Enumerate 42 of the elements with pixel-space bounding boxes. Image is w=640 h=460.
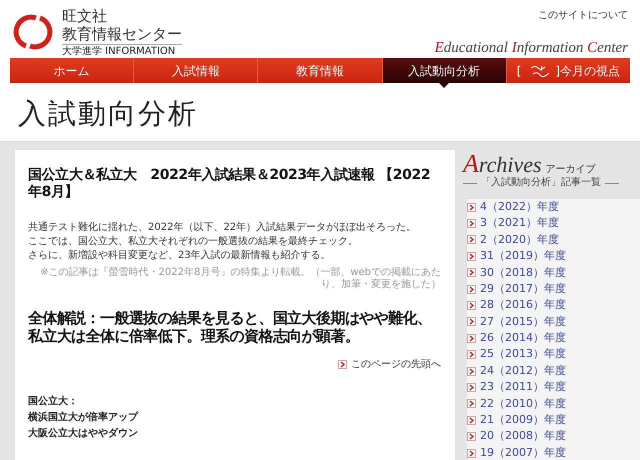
ring-logo-icon: [12, 12, 54, 52]
source-note: ※この記事は『螢雪時代・2022年8月号』の特集より転載。（一部、webでの掲載にあたり、加筆・変更を施した）: [39, 267, 441, 291]
lead-text: ここでは、国公立大、私立大それぞれの一般選抜の結果を最終チェック。: [28, 235, 359, 249]
article-title: 国公立大＆私立大 2022年入試結果＆2023年入試速報 【2022年8月】: [28, 167, 432, 201]
lead-text: 共通テスト難化に揺れた、2022年（以下、22年）入試結果データがほぼ出そろった。: [28, 221, 418, 235]
organization-name: 旺文社: [62, 8, 108, 25]
page-title: 入試動向分析: [18, 96, 198, 132]
archive-link[interactable]: 22（2010）年度: [467, 396, 640, 412]
archive-link[interactable]: 25（2013）年度: [467, 346, 640, 363]
subsection-text: 大阪公立大はややダウン: [28, 426, 139, 441]
archives-kana: アーカイブ: [546, 162, 596, 176]
tagline: 大学進学 INFORMATION: [62, 45, 176, 58]
nav-tab[interactable]: 入試情報: [133, 58, 258, 83]
subsection-text: 国公立大：: [28, 394, 79, 409]
archive-link[interactable]: 29（2017）年度: [467, 280, 640, 298]
archive-link[interactable]: 26（2014）年度: [467, 330, 640, 347]
lead-text: さらに、新増設や科目変更など、23年入試の最新情報も紹介する。: [28, 249, 332, 263]
script-logo-icon: [529, 64, 552, 78]
archive-link[interactable]: 23（2011）年度: [467, 379, 640, 396]
archive-link[interactable]: 4（2022）年度: [467, 199, 640, 216]
chevron-icon: [338, 360, 347, 369]
archive-link[interactable]: 21（2009）年度: [467, 412, 640, 428]
nav-tab[interactable]: 教育情報: [257, 58, 382, 83]
archive-link[interactable]: 31（2019）年度: [467, 248, 640, 265]
section-heading: 全体解説：一般選抜の結果を見ると、国立大後期はやや難化、私立大は全体に倍率低下。理系の資格志向が顕著。: [28, 309, 432, 345]
archives-subtitle: 「入試動向分析」記事一覧: [481, 177, 601, 189]
archive-link[interactable]: 2（2020）年度: [467, 232, 640, 248]
archive-link[interactable]: 19（2007）年度: [467, 444, 640, 460]
nav-tab[interactable]: [ ]今月の視点: [506, 58, 630, 83]
english-name: Educational Information Center: [434, 39, 628, 58]
archive-link[interactable]: 30（2018）年度: [467, 264, 640, 281]
about-link[interactable]: このサイトについて: [538, 8, 628, 23]
subsection-text: 横浜国立大が倍率アップ: [28, 410, 140, 425]
archive-link[interactable]: 28（2016）年度: [467, 297, 640, 314]
archive-link[interactable]: 3（2021）年度: [467, 215, 640, 232]
archive-link[interactable]: 24（2012）年度: [467, 362, 640, 380]
archive-link[interactable]: 20（2008）年度: [467, 428, 640, 445]
archive-link[interactable]: 27（2015）年度: [467, 314, 640, 330]
back-to-top-link[interactable]: このページの先頭へ: [338, 357, 441, 372]
archives-title: Archives: [463, 152, 542, 177]
nav-tab[interactable]: ホーム: [10, 58, 134, 83]
center-name: 教育情報センター: [62, 25, 182, 45]
